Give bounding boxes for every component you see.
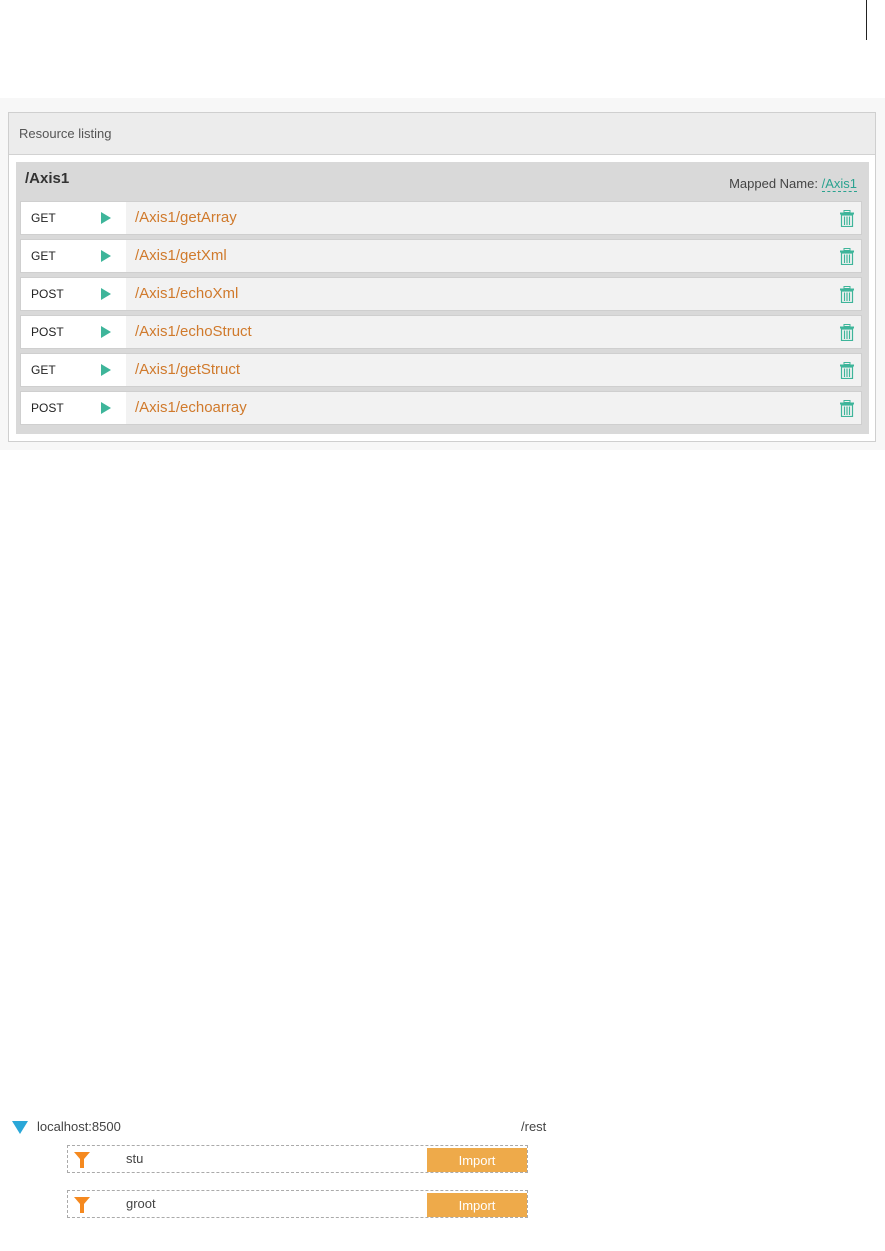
mapped-name: Mapped Name: /Axis1 — [729, 176, 857, 192]
resource-listing-title: Resource listing — [19, 126, 112, 141]
resource-group-header: /Axis1 Mapped Name: /Axis1 — [16, 162, 869, 201]
operation-method: GET — [31, 249, 56, 263]
import-item-name: stu — [126, 1151, 144, 1166]
operation-method: POST — [31, 325, 64, 339]
resource-group: /Axis1 Mapped Name: /Axis1 GET /Axis1/ge… — [16, 162, 869, 434]
operation-path[interactable]: /Axis1/getXml — [135, 240, 227, 272]
operation-method-cell: GET — [21, 354, 126, 386]
operation-path[interactable]: /Axis1/getStruct — [135, 354, 240, 386]
trash-icon[interactable] — [839, 210, 855, 227]
import-item-name: groot — [126, 1196, 156, 1211]
trash-icon[interactable] — [839, 324, 855, 341]
resource-listing-panel: Resource listing /Axis1 Mapped Name: /Ax… — [8, 112, 876, 442]
import-item: stu Import — [67, 1145, 528, 1173]
server-row: localhost:8500 /rest — [12, 1118, 552, 1138]
operation-row[interactable]: GET /Axis1/getArray — [20, 201, 862, 235]
play-icon[interactable] — [101, 212, 111, 224]
mapped-name-link[interactable]: /Axis1 — [821, 176, 857, 192]
resource-title: /Axis1 — [25, 170, 70, 187]
operation-method-cell: GET — [21, 240, 126, 272]
funnel-icon — [74, 1197, 90, 1213]
funnel-icon — [74, 1152, 90, 1168]
expand-triangle-icon[interactable] — [12, 1121, 28, 1134]
page-edge-rule — [866, 0, 867, 40]
resource-listing-header: Resource listing — [9, 113, 875, 155]
resource-listing-area: Resource listing /Axis1 Mapped Name: /Ax… — [0, 98, 885, 450]
trash-icon[interactable] — [839, 286, 855, 303]
operation-path[interactable]: /Axis1/echoarray — [135, 392, 247, 424]
operation-method: GET — [31, 211, 56, 225]
operation-method: POST — [31, 287, 64, 301]
operation-row[interactable]: GET /Axis1/getStruct — [20, 353, 862, 387]
mapped-name-label: Mapped Name: — [729, 176, 818, 191]
operation-method-cell: POST — [21, 278, 126, 310]
operation-path[interactable]: /Axis1/getArray — [135, 202, 237, 234]
play-icon[interactable] — [101, 250, 111, 262]
operation-path[interactable]: /Axis1/echoStruct — [135, 316, 252, 348]
operation-method: POST — [31, 401, 64, 415]
import-button[interactable]: Import — [427, 1148, 527, 1172]
operation-row[interactable]: POST /Axis1/echoStruct — [20, 315, 862, 349]
server-host: localhost:8500 — [37, 1119, 121, 1134]
operation-row[interactable]: POST /Axis1/echoarray — [20, 391, 862, 425]
operation-row[interactable]: GET /Axis1/getXml — [20, 239, 862, 273]
play-icon[interactable] — [101, 364, 111, 376]
operation-method-cell: POST — [21, 392, 126, 424]
play-icon[interactable] — [101, 402, 111, 414]
import-item: groot Import — [67, 1190, 528, 1218]
play-icon[interactable] — [101, 288, 111, 300]
import-button[interactable]: Import — [427, 1193, 527, 1217]
operation-method-cell: POST — [21, 316, 126, 348]
trash-icon[interactable] — [839, 400, 855, 417]
server-path: /rest — [521, 1119, 547, 1134]
play-icon[interactable] — [101, 326, 111, 338]
trash-icon[interactable] — [839, 362, 855, 379]
operation-row[interactable]: POST /Axis1/echoXml — [20, 277, 862, 311]
operation-path[interactable]: /Axis1/echoXml — [135, 278, 238, 310]
trash-icon[interactable] — [839, 248, 855, 265]
operation-method: GET — [31, 363, 56, 377]
operation-method-cell: GET — [21, 202, 126, 234]
